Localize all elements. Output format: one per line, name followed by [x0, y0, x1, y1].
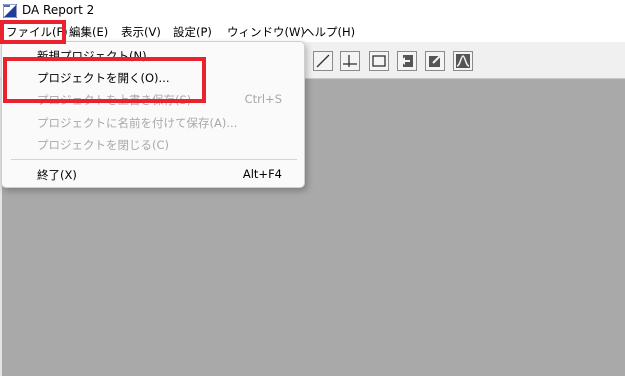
- menu-item-label: プロジェクトに名前を付けて保存(A)...: [37, 116, 238, 130]
- menu-item-close-project: プロジェクトを閉じる(C): [2, 134, 304, 156]
- menu-window[interactable]: ウィンドウ(W): [227, 24, 305, 40]
- menu-edit[interactable]: 編集(E): [69, 24, 108, 40]
- highlight-box-open-project: [3, 57, 206, 103]
- line-tool-icon: [316, 54, 330, 68]
- menu-item-save-as: プロジェクトに名前を付けて保存(A)...: [2, 112, 304, 134]
- waveform-button[interactable]: [453, 51, 473, 71]
- highlight-box-file-menu: [0, 20, 66, 44]
- import-icon: [400, 55, 413, 67]
- app-logo-icon: [3, 4, 17, 18]
- menu-separator: [11, 159, 297, 160]
- import-button[interactable]: [397, 51, 417, 71]
- rectangle-tool-button[interactable]: [369, 51, 389, 71]
- menu-item-label: 終了(X): [37, 168, 77, 182]
- menu-item-shortcut: Alt+F4: [242, 167, 282, 181]
- axis-tool-icon: [343, 55, 357, 67]
- waveform-icon: [456, 54, 470, 68]
- edit-icon: [429, 54, 442, 67]
- window-title: DA Report 2: [22, 3, 95, 17]
- menu-item-shortcut: Ctrl+S: [244, 92, 282, 106]
- menu-bar: ファイル(F) 編集(E) 表示(V) 設定(P) ウィンドウ(W) ヘルプ(H…: [0, 22, 625, 42]
- edit-button[interactable]: [425, 51, 445, 71]
- line-tool-button[interactable]: [313, 51, 333, 71]
- rectangle-tool-icon: [372, 55, 386, 67]
- title-bar: DA Report 2: [0, 0, 625, 22]
- axis-tool-button[interactable]: [340, 51, 360, 71]
- menu-item-label: プロジェクトを閉じる(C): [37, 138, 170, 152]
- menu-settings[interactable]: 設定(P): [173, 24, 212, 40]
- menu-view[interactable]: 表示(V): [121, 24, 161, 40]
- menu-help[interactable]: ヘルプ(H): [303, 24, 355, 40]
- menu-item-exit[interactable]: 終了(X) Alt+F4: [2, 164, 304, 186]
